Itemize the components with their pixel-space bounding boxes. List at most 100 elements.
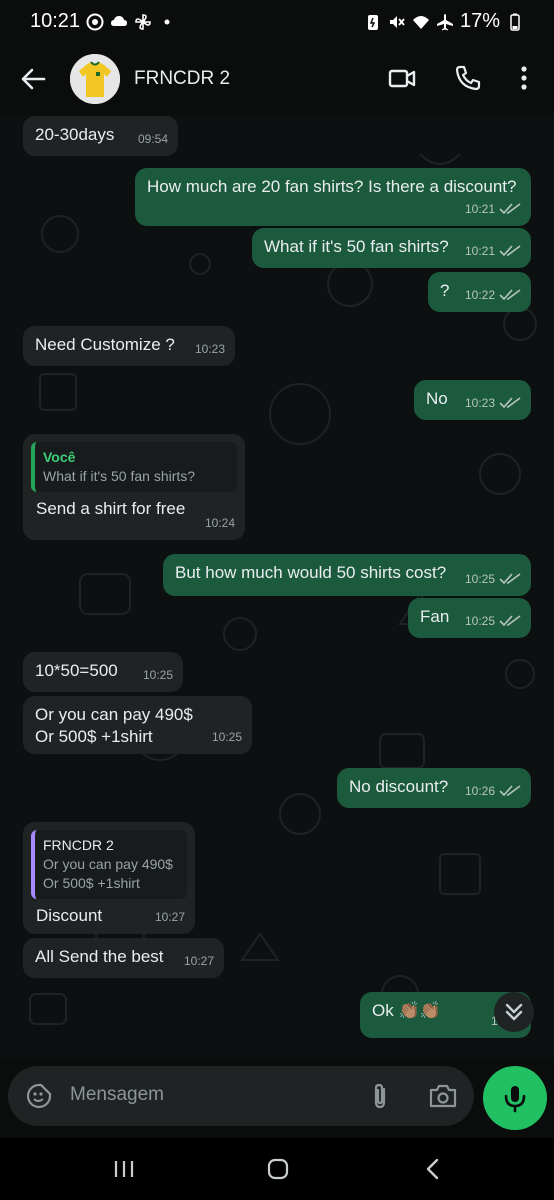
message-text: No discount? bbox=[349, 777, 449, 796]
composer-bar: Mensagem bbox=[0, 1058, 554, 1138]
voice-record-button[interactable] bbox=[483, 1066, 547, 1130]
chat-area[interactable]: 20-30days 09:54 How much are 20 fan shir… bbox=[0, 114, 554, 1058]
message-placeholder: Mensagem bbox=[70, 1084, 164, 1105]
message-incoming-reply[interactable]: FRNCDR 2 Or you can pay 490$ Or 500$ +1s… bbox=[23, 822, 195, 934]
double-check-icon bbox=[499, 785, 521, 797]
double-check-icon bbox=[499, 615, 521, 627]
battery-percent: 17% bbox=[459, 10, 500, 32]
double-check-icon bbox=[499, 289, 521, 301]
message-meta: 10:27 bbox=[155, 906, 185, 928]
message-incoming[interactable]: Or you can pay 490$ Or 500$ +1shirt 10:2… bbox=[23, 696, 252, 754]
message-text: ? bbox=[440, 281, 450, 300]
message-meta: 10:24 bbox=[205, 512, 235, 534]
cloud-icon bbox=[111, 16, 127, 26]
message-meta: 10:21 bbox=[465, 240, 521, 262]
message-incoming[interactable]: All Send the best 10:27 bbox=[23, 938, 224, 978]
message-incoming-reply[interactable]: Você What if it's 50 fan shirts? Send a … bbox=[23, 434, 245, 540]
quote-author: Você bbox=[43, 449, 76, 465]
message-time: 10:22 bbox=[464, 288, 495, 302]
message-input[interactable]: Mensagem bbox=[8, 1066, 474, 1126]
camera-icon[interactable] bbox=[428, 1083, 458, 1109]
attach-icon[interactable] bbox=[368, 1082, 392, 1110]
message-meta: 09:54 bbox=[138, 128, 168, 150]
quote-text: Or you can pay 490$ Or 500$ +1shirt bbox=[43, 856, 173, 891]
phone-call-icon[interactable] bbox=[454, 64, 482, 92]
message-meta: 10:25 bbox=[212, 726, 242, 748]
yellow-shirt-icon bbox=[70, 54, 120, 104]
message-text: 10*50=500 bbox=[35, 661, 118, 680]
message-outgoing[interactable]: But how much would 50 shirts cost? 10:25 bbox=[163, 554, 531, 596]
dot-icon bbox=[164, 19, 170, 25]
message-time: 10:24 bbox=[204, 516, 235, 530]
message-incoming[interactable]: 10*50=500 10:25 bbox=[23, 652, 183, 692]
video-call-icon[interactable] bbox=[388, 64, 416, 92]
message-meta: 10:23 bbox=[195, 338, 225, 360]
back-nav-icon[interactable] bbox=[421, 1158, 447, 1180]
home-icon[interactable] bbox=[265, 1158, 291, 1180]
message-text: Send a shirt for free bbox=[36, 499, 186, 518]
message-outgoing[interactable]: No 10:23 bbox=[414, 380, 531, 420]
message-outgoing[interactable]: Fan 10:25 bbox=[408, 598, 531, 638]
message-meta: 10:22 bbox=[465, 284, 521, 306]
quote-text: What if it's 50 fan shirts? bbox=[43, 468, 196, 484]
message-time: 10:27 bbox=[154, 910, 185, 924]
message-text: But how much would 50 shirts cost? bbox=[175, 563, 447, 582]
message-time: 10:26 bbox=[464, 784, 495, 798]
message-meta: 10:23 bbox=[465, 392, 521, 414]
scroll-to-bottom-button[interactable] bbox=[494, 992, 534, 1032]
quote-author: FRNCDR 2 bbox=[43, 837, 114, 853]
message-text: Or you can pay 490$ Or 500$ +1shirt bbox=[35, 705, 193, 746]
message-meta: 10:25 bbox=[465, 610, 521, 632]
wifi-icon bbox=[412, 15, 429, 29]
message-text: 20-30days bbox=[35, 125, 115, 144]
microphone-icon bbox=[504, 1086, 526, 1113]
message-time: 10:23 bbox=[464, 396, 495, 410]
status-right: 17% bbox=[364, 10, 524, 33]
message-outgoing[interactable]: What if it's 50 fan shirts? 10:21 bbox=[252, 228, 531, 268]
message-outgoing[interactable]: ? 10:22 bbox=[428, 272, 531, 312]
battery-icon bbox=[510, 13, 520, 31]
message-text: No bbox=[426, 389, 448, 408]
chat-header: FRNCDR 2 bbox=[0, 44, 554, 114]
back-arrow-icon[interactable] bbox=[20, 66, 46, 92]
message-time: 10:21 bbox=[464, 244, 495, 258]
status-time: 10:21 bbox=[30, 10, 81, 32]
double-check-icon bbox=[499, 397, 521, 409]
message-meta: 10:25 bbox=[465, 568, 521, 590]
pinwheel-icon bbox=[135, 14, 151, 30]
quoted-message[interactable]: Você What if it's 50 fan shirts? bbox=[31, 442, 237, 492]
double-check-icon bbox=[499, 203, 521, 215]
more-vertical-icon[interactable] bbox=[510, 64, 538, 92]
sticker-icon[interactable] bbox=[26, 1083, 52, 1109]
message-text: How much are 20 fan shirts? Is there a d… bbox=[147, 177, 517, 196]
recent-apps-icon[interactable] bbox=[111, 1158, 137, 1180]
message-outgoing[interactable]: No discount? 10:26 bbox=[337, 768, 531, 808]
message-time: 10:25 bbox=[211, 730, 242, 744]
message-time: 10:21 bbox=[464, 202, 495, 216]
mute-icon bbox=[389, 15, 405, 28]
status-left-icons bbox=[86, 13, 176, 31]
chat-title[interactable]: FRNCDR 2 bbox=[134, 68, 230, 90]
double-chevron-down-icon bbox=[505, 1003, 523, 1021]
message-text: Fan bbox=[420, 607, 450, 626]
message-time: 10:27 bbox=[183, 954, 214, 968]
quoted-message[interactable]: FRNCDR 2 Or you can pay 490$ Or 500$ +1s… bbox=[31, 830, 187, 899]
status-bar: 10:21 17% bbox=[0, 0, 554, 44]
message-outgoing[interactable]: How much are 20 fan shirts? Is there a d… bbox=[135, 168, 531, 226]
message-incoming[interactable]: Need Customize ? 10:23 bbox=[23, 326, 235, 366]
avatar[interactable] bbox=[70, 54, 120, 104]
double-check-icon bbox=[499, 573, 521, 585]
message-meta: 10:26 bbox=[465, 780, 521, 802]
system-nav-bar bbox=[0, 1138, 554, 1200]
airplane-icon bbox=[436, 13, 453, 30]
message-time: 10:25 bbox=[464, 572, 495, 586]
battery-saver-icon bbox=[367, 14, 378, 30]
chrome-icon bbox=[86, 13, 104, 31]
double-check-icon bbox=[499, 245, 521, 257]
message-time: 10:25 bbox=[464, 614, 495, 628]
message-meta: 10:27 bbox=[184, 950, 214, 972]
message-text: All Send the best bbox=[35, 947, 164, 966]
message-time: 10:23 bbox=[194, 342, 225, 356]
message-time: 10:25 bbox=[142, 668, 173, 682]
message-incoming[interactable]: 20-30days 09:54 bbox=[23, 116, 178, 156]
